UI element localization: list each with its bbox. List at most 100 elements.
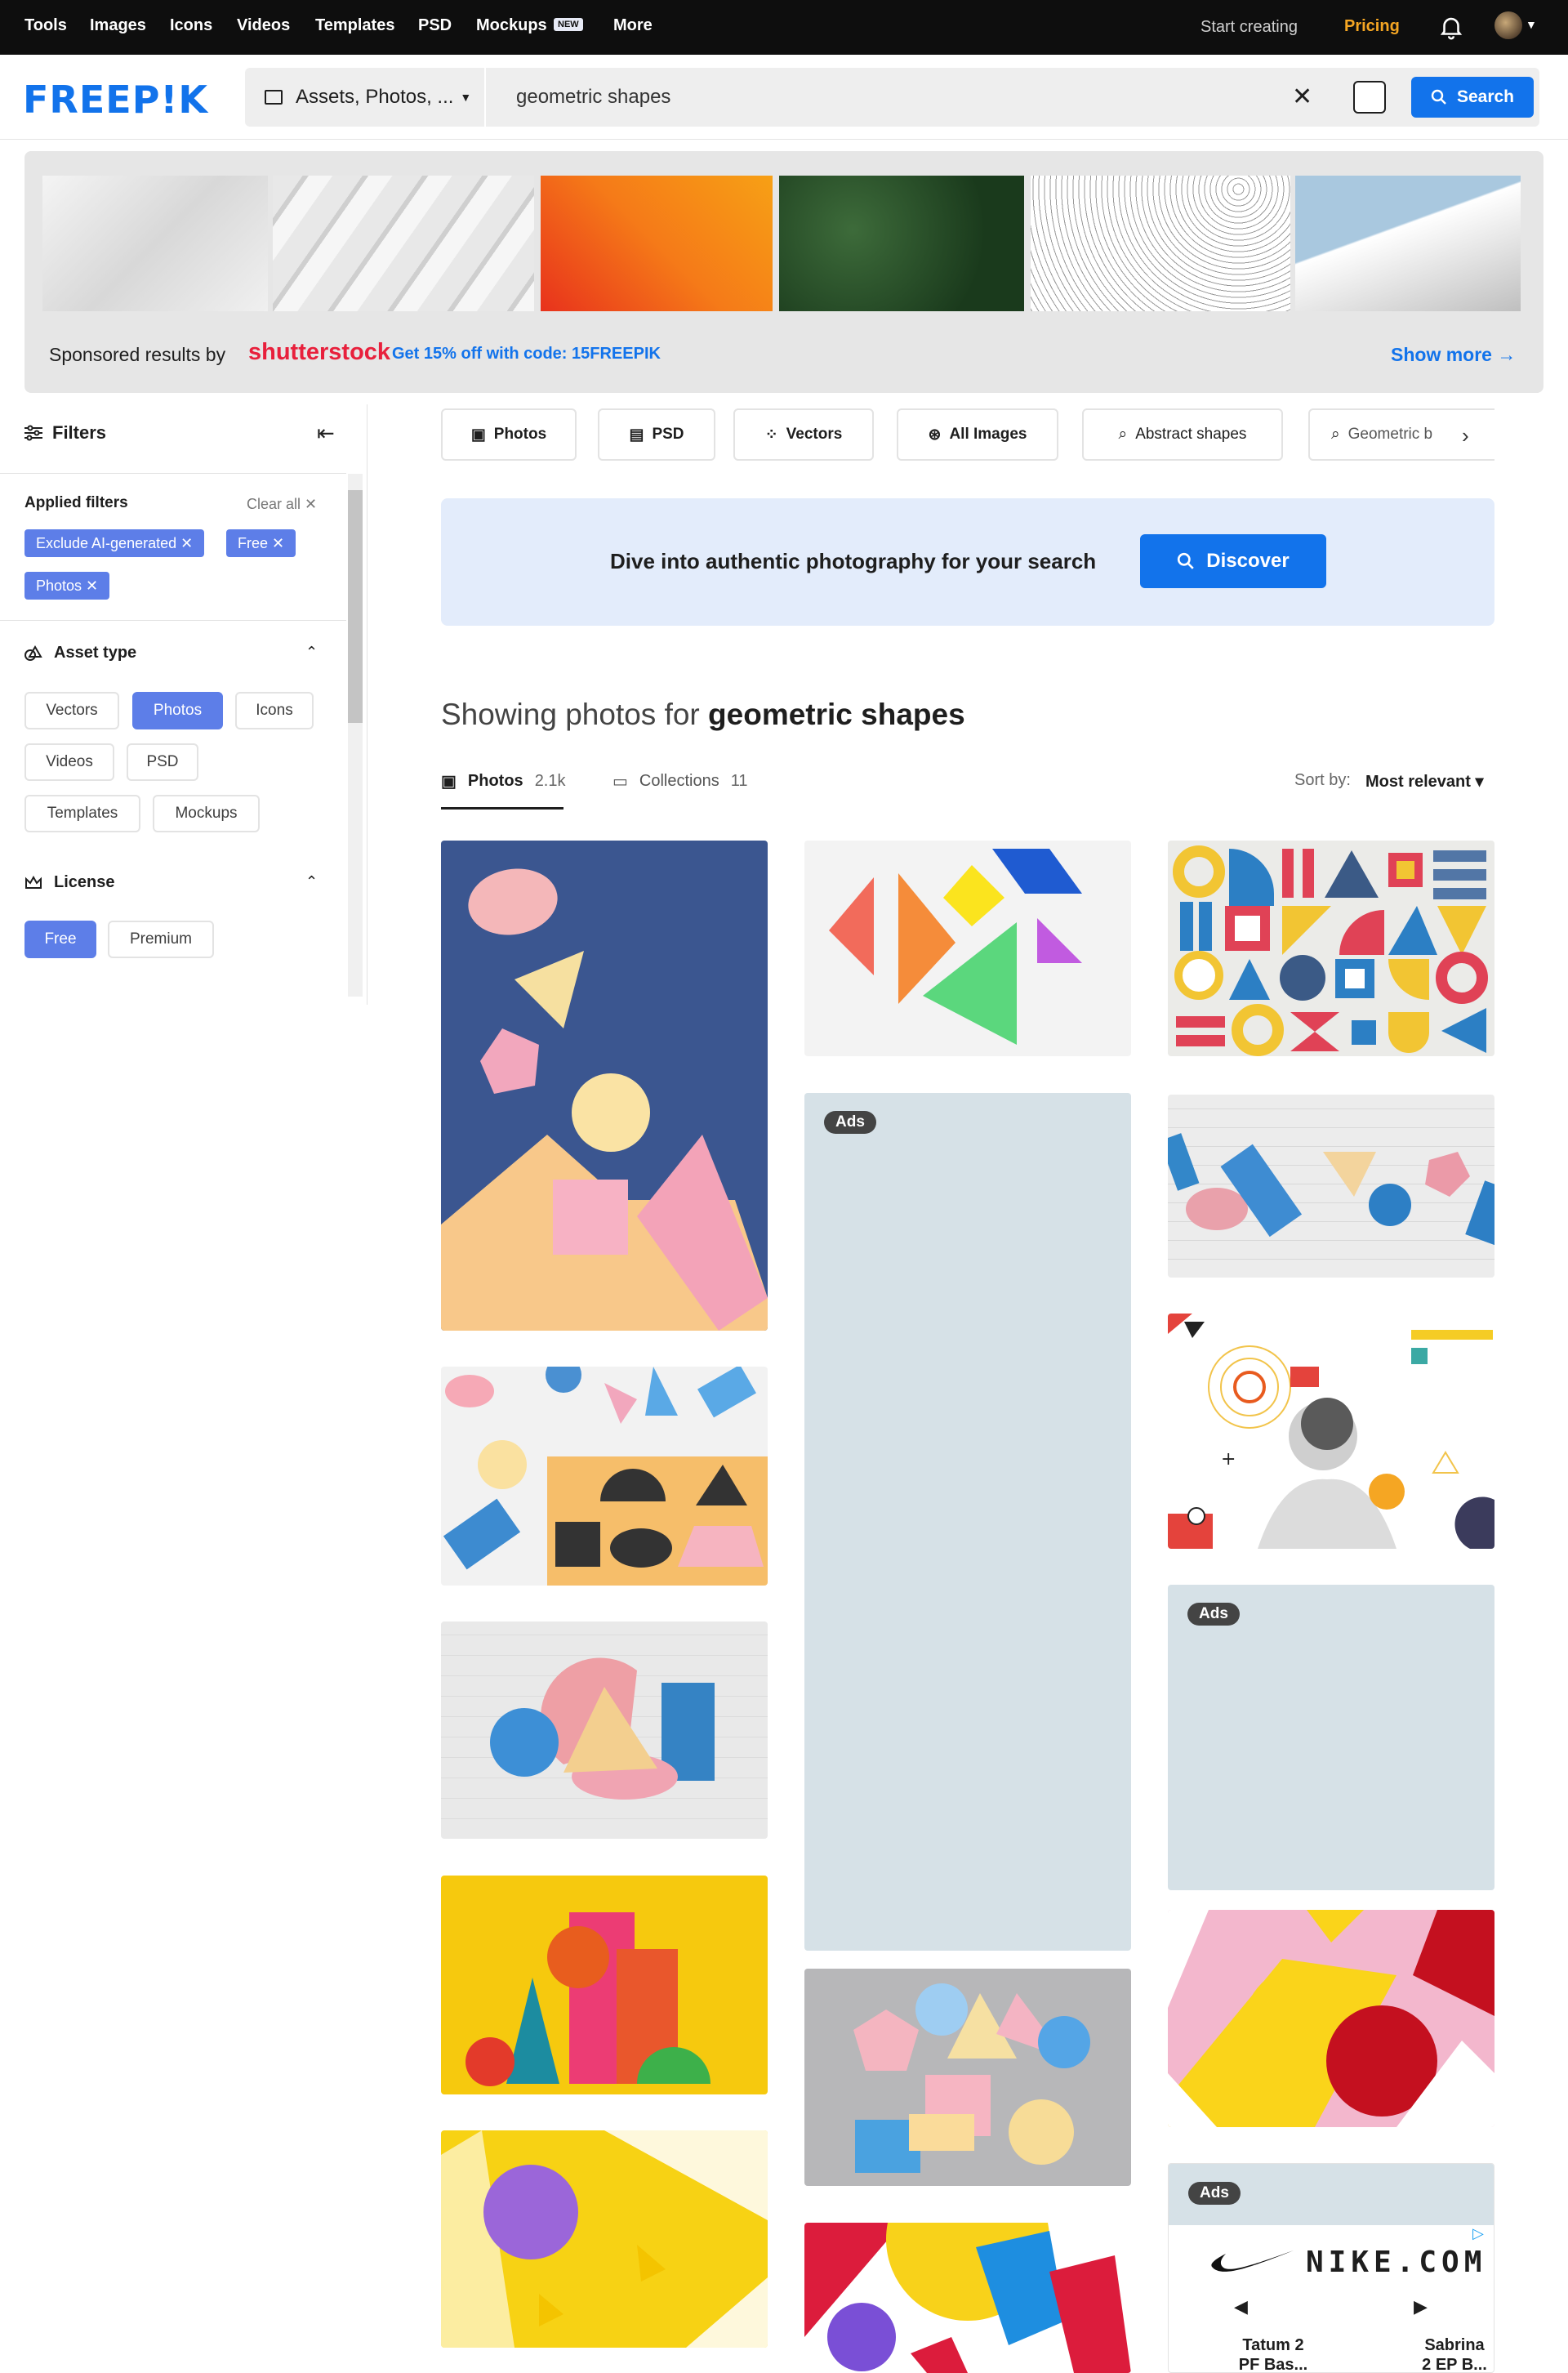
nav-more[interactable]: More <box>613 16 653 35</box>
caret-down-icon: ▼ <box>460 91 472 104</box>
carousel-prev-icon[interactable]: ◀ <box>1234 2296 1248 2317</box>
sponsored-image[interactable] <box>779 176 1024 311</box>
results-heading-prefix: Showing photos for <box>441 698 700 731</box>
chevron-down-icon[interactable]: ▼ <box>1526 18 1537 31</box>
freepik-logo[interactable]: FREEP!K <box>23 78 208 122</box>
result-image[interactable] <box>441 2130 768 2348</box>
image-search-icon[interactable] <box>1353 81 1386 114</box>
result-image[interactable] <box>1168 1095 1494 1278</box>
license-option-free[interactable]: Free <box>24 921 96 958</box>
result-image[interactable] <box>1168 1910 1494 2127</box>
result-image[interactable] <box>804 2223 1131 2373</box>
shutterstock-logo[interactable]: shutterstock <box>248 339 390 366</box>
result-image[interactable] <box>441 1876 768 2094</box>
asset-option-psd[interactable]: PSD <box>127 743 198 781</box>
result-image[interactable] <box>441 1367 768 1586</box>
tab-vectors[interactable]: ⁘ Vectors <box>733 408 874 461</box>
carousel-next-icon[interactable]: ▶ <box>1414 2296 1428 2317</box>
tab-photos[interactable]: ▣ Photos <box>441 408 577 461</box>
chevron-up-icon[interactable]: ⌃ <box>305 644 318 661</box>
search-button[interactable]: Search <box>1411 77 1534 118</box>
asset-option-photos[interactable]: Photos <box>132 692 223 729</box>
tab-all-images[interactable]: ⊛ All Images <box>897 408 1058 461</box>
crown-icon <box>25 875 42 889</box>
nav-icons[interactable]: Icons <box>170 16 212 35</box>
nav-images[interactable]: Images <box>90 16 146 35</box>
ad-badge: Ads <box>1187 1603 1240 1626</box>
asset-option-vectors[interactable]: Vectors <box>24 692 119 729</box>
nike-ad[interactable]: Ads NIKE.COM ▷ ◀ ▶ Tatum 2 PF Bas... Sab… <box>1168 2163 1494 2373</box>
search-bar: Assets, Photos, ... ▼ ✕ Search <box>245 68 1539 127</box>
sponsored-image[interactable] <box>42 176 268 311</box>
product-name[interactable]: Sabrina 2 EP B... <box>1422 2335 1487 2372</box>
clear-all-button[interactable]: Clear all ✕ <box>247 496 317 513</box>
result-image[interactable] <box>441 841 768 1331</box>
license-option-premium[interactable]: Premium <box>108 921 214 958</box>
sponsored-image[interactable] <box>541 176 773 311</box>
search-input[interactable] <box>516 68 1374 127</box>
nav-psd[interactable]: PSD <box>418 16 452 35</box>
applied-chip-exclude-ai[interactable]: Exclude AI-generated ✕ <box>24 529 205 557</box>
tab-psd[interactable]: ▤ PSD <box>598 408 715 461</box>
sidebar-scrollbar-thumb[interactable] <box>348 490 363 723</box>
sponsored-image[interactable] <box>1295 176 1521 311</box>
sliders-icon <box>24 425 42 441</box>
applied-filters-title: Applied filters <box>24 494 128 511</box>
result-image[interactable] <box>1168 841 1494 1056</box>
results-tab-count: 2.1k <box>534 772 566 790</box>
chevron-right-icon[interactable]: › <box>1462 423 1469 448</box>
clear-search-icon[interactable]: ✕ <box>1292 83 1312 111</box>
nav-mockups[interactable]: Mockups <box>476 16 547 35</box>
chevron-up-icon[interactable]: ⌃ <box>305 873 318 890</box>
pricing-link[interactable]: Pricing <box>1344 17 1400 36</box>
result-image[interactable]: + <box>1168 1314 1494 1549</box>
category-tabs: ▣ Photos ▤ PSD ⁘ Vectors ⊛ All Images ⌕ Abstr… <box>441 408 1494 461</box>
promo-code-link[interactable]: Get 15% off with code: 15FREEPIK <box>392 345 661 364</box>
sponsored-banner: Sponsored results by shutterstock Get 15… <box>24 151 1544 393</box>
tab-abstract-shapes[interactable]: ⌕ Abstract shapes <box>1082 408 1283 461</box>
start-creating-link[interactable]: Start creating <box>1200 18 1298 37</box>
sponsored-image[interactable] <box>273 176 534 311</box>
sort-dropdown[interactable]: Most relevant ▾ <box>1365 771 1484 792</box>
ad-slot[interactable]: Ads <box>1168 1585 1494 1890</box>
license-section-header[interactable]: License <box>24 873 114 892</box>
svg-text:+: + <box>1221 1449 1236 1470</box>
asset-option-templates[interactable]: Templates <box>24 795 140 832</box>
filters-header: Filters <box>24 422 106 444</box>
asset-option-videos[interactable]: Videos <box>24 743 114 781</box>
sponsored-image[interactable] <box>1031 176 1290 311</box>
nike-domain[interactable]: NIKE.COM <box>1306 2246 1486 2279</box>
ad-slot[interactable]: Ads <box>804 1093 1131 1951</box>
discover-button[interactable]: Discover <box>1140 534 1326 588</box>
collapse-sidebar-icon[interactable]: ⇤ <box>317 421 335 446</box>
asset-type-section-header[interactable]: Asset type <box>24 644 136 662</box>
nav-tools[interactable]: Tools <box>24 16 67 35</box>
asset-option-mockups[interactable]: Mockups <box>153 795 260 832</box>
avatar[interactable] <box>1494 11 1522 39</box>
geometric-shapes-photo <box>1173 845 1488 1056</box>
nav-videos[interactable]: Videos <box>237 16 290 35</box>
ad-badge: Ads <box>1188 2182 1241 2205</box>
top-nav: Tools Images Icons Videos Templates PSD … <box>0 0 1568 55</box>
nav-templates[interactable]: Templates <box>315 16 394 35</box>
result-image[interactable] <box>441 1621 768 1839</box>
results-query: geometric shapes <box>708 698 965 731</box>
results-tab-count: 11 <box>730 772 748 790</box>
asset-option-icons[interactable]: Icons <box>235 692 314 729</box>
geometric-shapes-photo <box>441 868 768 1331</box>
geometric-shapes-photo: + <box>1168 1314 1494 1549</box>
applied-chip-photos[interactable]: Photos ✕ <box>24 572 110 600</box>
bell-icon[interactable] <box>1437 13 1465 41</box>
results-tab-label: Photos <box>467 772 523 790</box>
result-image[interactable] <box>804 1969 1131 2186</box>
applied-chip-free[interactable]: Free ✕ <box>226 529 296 557</box>
result-image[interactable] <box>804 841 1131 1056</box>
asset-type-dropdown[interactable]: Assets, Photos, ... ▼ <box>245 68 486 127</box>
product-name[interactable]: Tatum 2 PF Bas... <box>1232 2335 1314 2372</box>
show-more-link[interactable]: Show more → <box>1391 344 1516 366</box>
results-tab-photos[interactable]: ▣ Photos 2.1k <box>441 771 566 792</box>
adchoices-icon[interactable]: ▷ <box>1472 2225 1484 2242</box>
filters-sidebar: Filters ⇤ Applied filters Clear all ✕ Ex… <box>0 404 368 1005</box>
results-tab-collections[interactable]: ▭ Collections 11 <box>612 771 748 792</box>
divider <box>0 473 346 474</box>
